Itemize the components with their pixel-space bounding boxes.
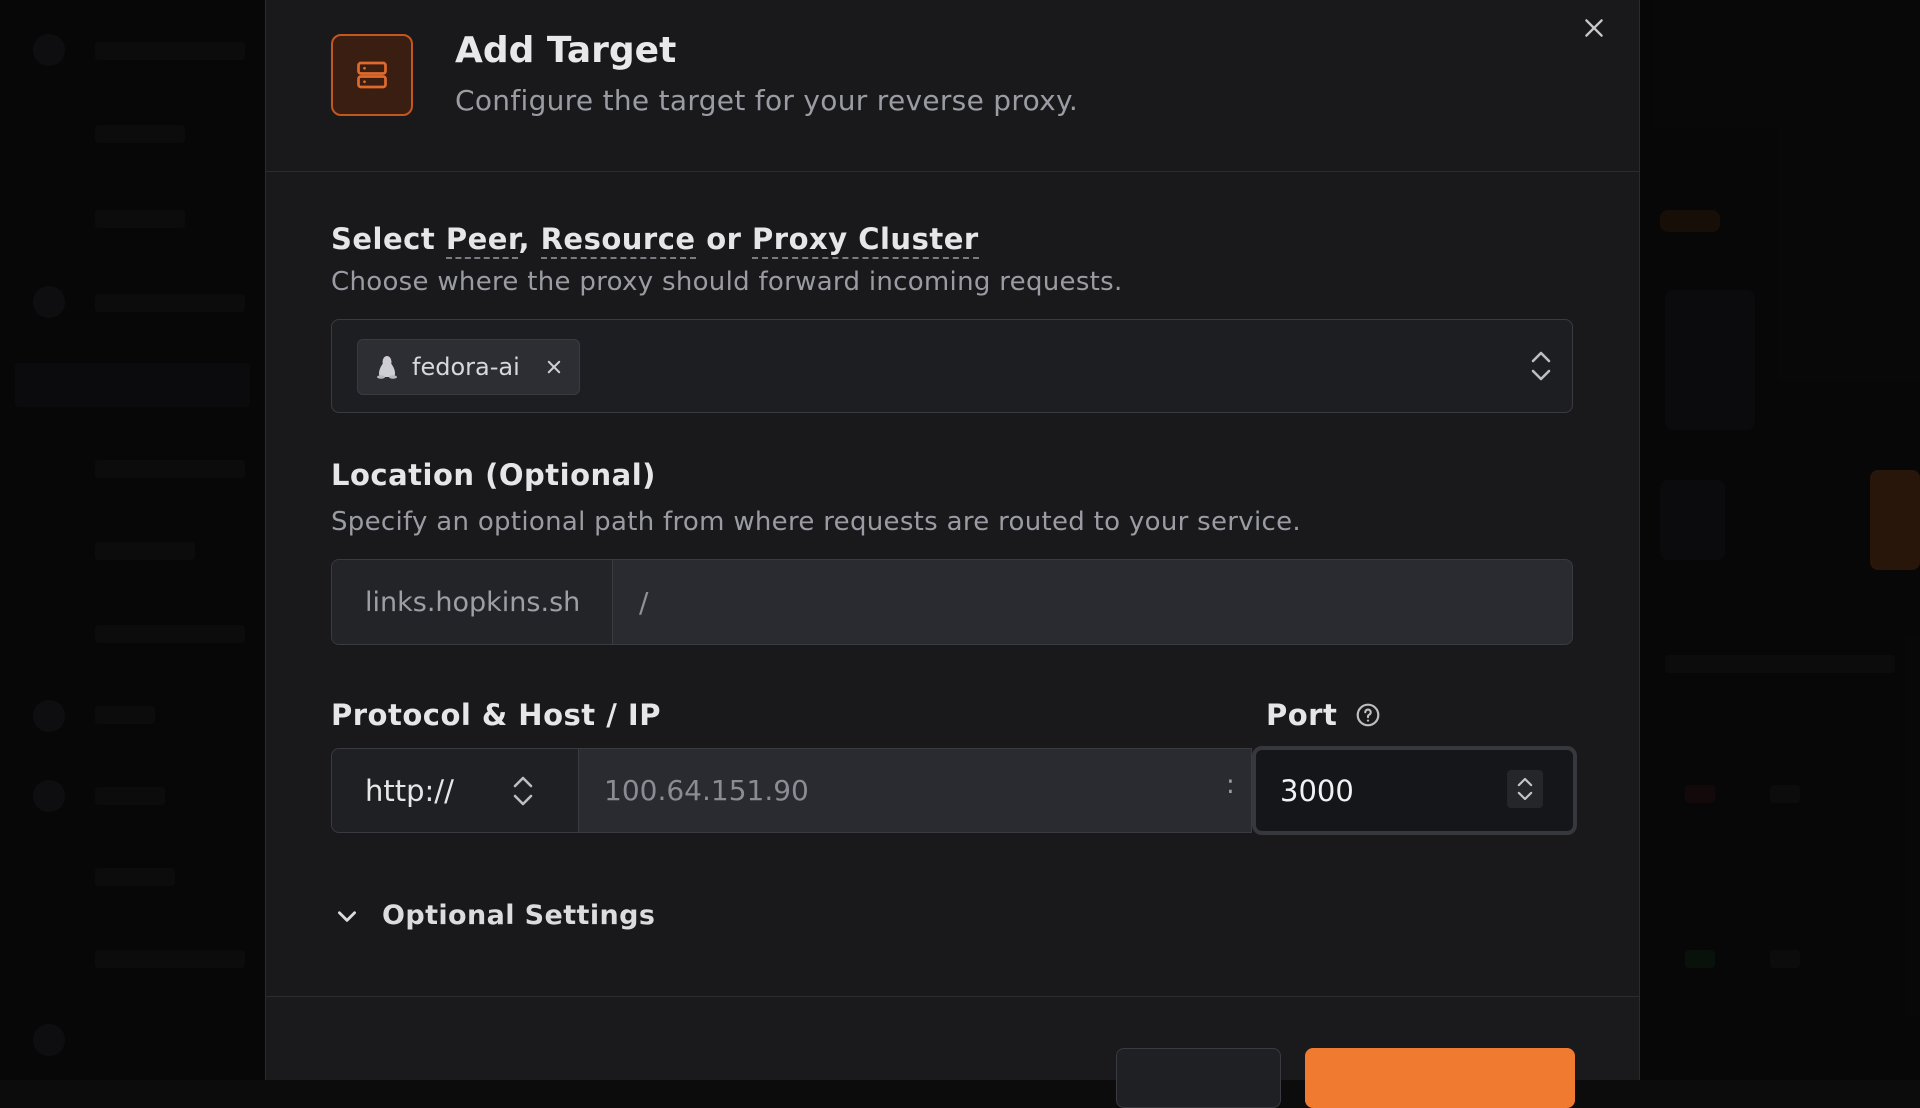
remove-peer-button[interactable] — [541, 354, 567, 380]
dialog-header: Add Target Configure the target for your… — [266, 0, 1639, 172]
label-text: or — [696, 222, 752, 256]
selected-peer-name: fedora-ai — [412, 353, 520, 381]
selected-peer-chip: fedora-ai — [357, 339, 580, 395]
optional-settings-label: Optional Settings — [382, 900, 655, 931]
domain-prefix: links.hopkins.sh — [332, 560, 613, 644]
close-icon[interactable] — [545, 358, 563, 376]
dialog-title: Add Target — [455, 30, 676, 71]
target-select-help: Choose where the proxy should forward in… — [331, 267, 1123, 297]
help-circle-icon[interactable] — [1355, 702, 1381, 728]
chevron-up-down-icon[interactable] — [1515, 774, 1535, 804]
port-label-text: Port — [1266, 698, 1337, 732]
port-stepper[interactable] — [1507, 770, 1543, 808]
proxy-cluster-term[interactable]: Proxy Cluster — [752, 222, 979, 259]
peer-select[interactable]: fedora-ai — [331, 319, 1573, 413]
peer-term[interactable]: Peer — [446, 222, 519, 259]
chevron-down-icon[interactable] — [334, 903, 360, 929]
location-field: links.hopkins.sh — [331, 559, 1573, 645]
dialog-footer — [266, 996, 1639, 1080]
path-input[interactable] — [614, 560, 1573, 644]
port-field — [1252, 746, 1577, 835]
add-target-button[interactable] — [1305, 1048, 1575, 1108]
linux-icon — [376, 355, 398, 379]
label-text: Select — [331, 222, 446, 256]
resource-term[interactable]: Resource — [541, 222, 696, 259]
add-target-dialog: Add Target Configure the target for your… — [265, 0, 1640, 1080]
port-label: Port — [1266, 698, 1381, 732]
cancel-button[interactable] — [1116, 1048, 1281, 1108]
server-icon — [331, 34, 413, 116]
optional-settings-toggle[interactable]: Optional Settings — [334, 900, 655, 931]
label-text: , — [518, 222, 540, 256]
protocol-host-label: Protocol & Host / IP — [331, 698, 661, 732]
close-icon[interactable] — [1581, 15, 1607, 41]
dialog-subtitle: Configure the target for your reverse pr… — [455, 84, 1078, 117]
close-button[interactable] — [1576, 10, 1612, 46]
chevron-up-down-icon[interactable] — [1528, 348, 1554, 388]
location-help: Specify an optional path from where requ… — [331, 507, 1301, 537]
location-label: Location (Optional) — [331, 458, 656, 492]
target-select-label: Select Peer, Resource or Proxy Cluster — [331, 222, 979, 256]
protocol-value: http:// — [365, 774, 454, 808]
chevron-up-down-icon[interactable] — [510, 773, 536, 816]
protocol-select[interactable]: http:// — [331, 748, 579, 833]
host-input[interactable] — [578, 748, 1252, 833]
host-port-separator: : — [1226, 770, 1235, 800]
